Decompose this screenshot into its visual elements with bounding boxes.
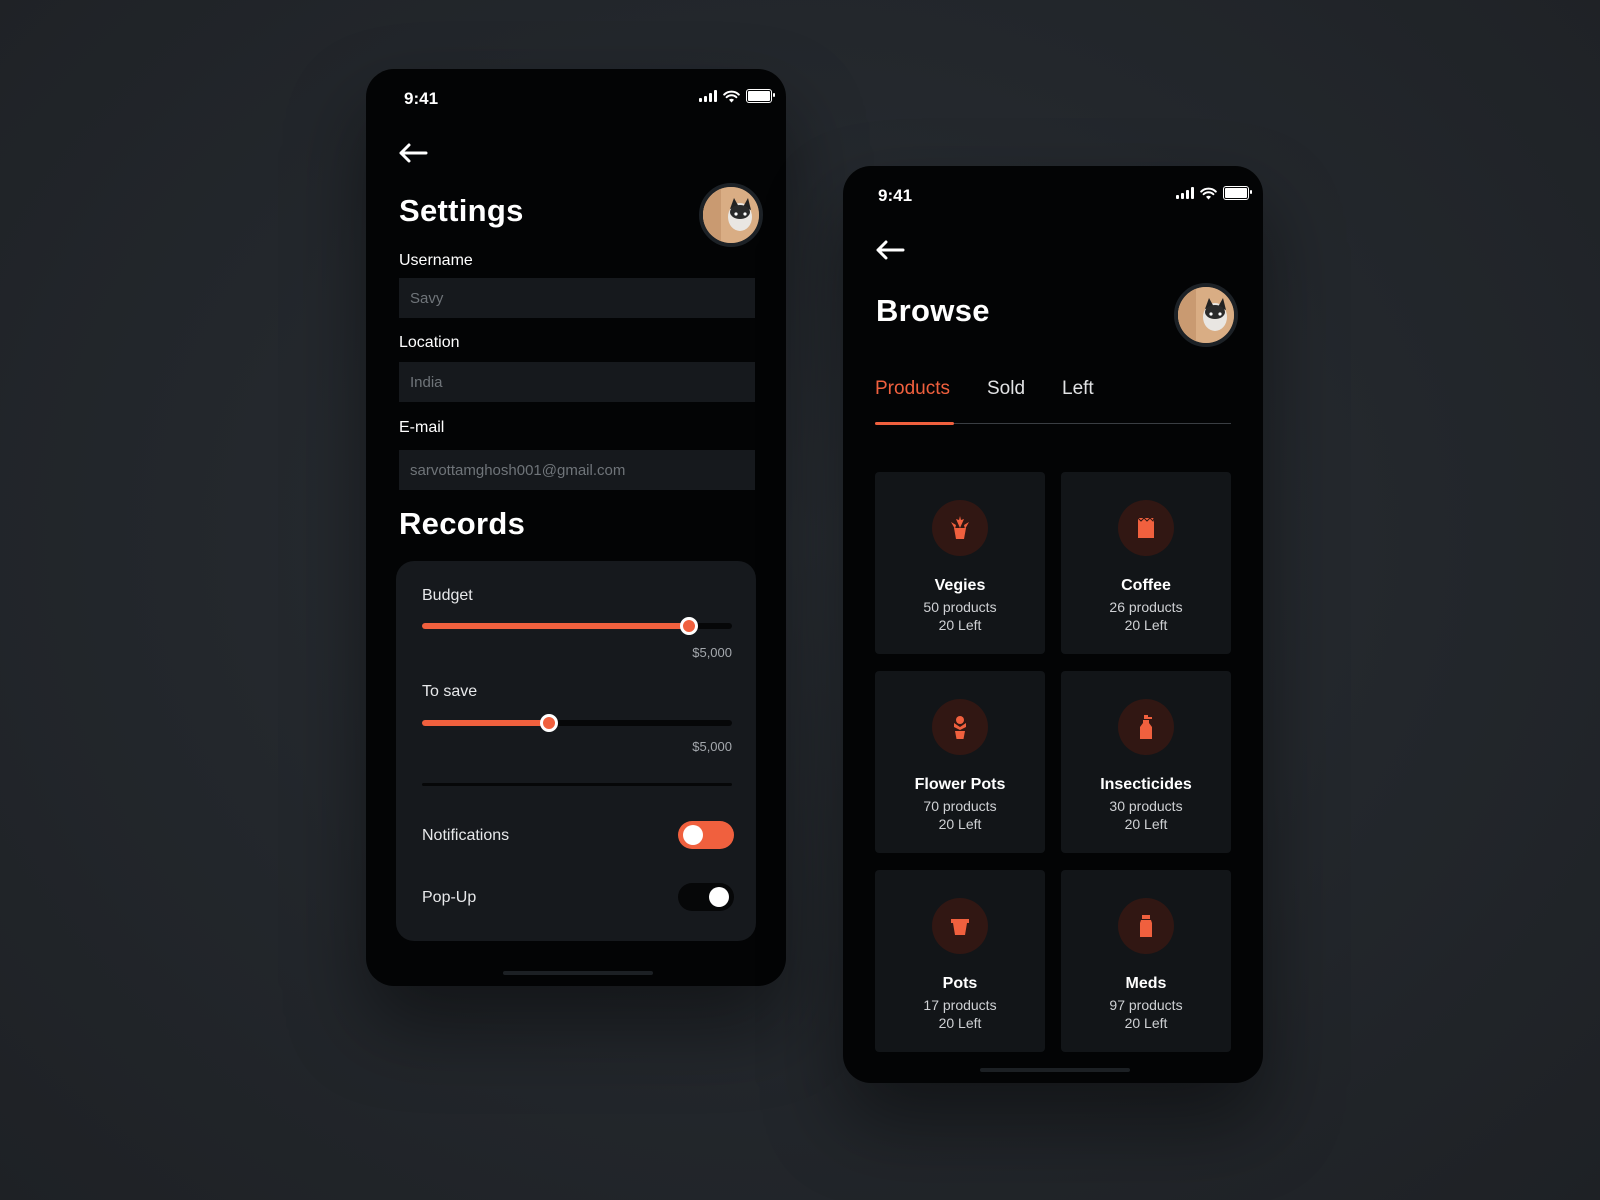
page-title: Browse (876, 293, 990, 328)
category-name: Vegies (934, 577, 986, 594)
avatar[interactable] (699, 183, 763, 247)
records-title: Records (399, 506, 526, 541)
category-products: 26 products (1109, 599, 1183, 615)
to-save-slider-thumb[interactable] (540, 714, 559, 732)
category-name: Meds (1125, 975, 1167, 992)
category-name: Insecticides (1100, 776, 1192, 793)
spray-bottle-icon (1118, 699, 1174, 755)
tab-products[interactable]: Products (875, 378, 950, 400)
username-field[interactable] (399, 278, 755, 318)
flower-pot-icon (932, 699, 988, 755)
status-time: 9:41 (404, 89, 439, 108)
category-card-meds[interactable]: Meds 97 products 20 Left (1061, 870, 1231, 1052)
email-label: E-mail (399, 419, 445, 436)
plant-icon (932, 500, 988, 556)
to-save-slider[interactable] (422, 714, 732, 732)
budget-slider-fill (422, 623, 689, 629)
category-card-vegies[interactable]: Vegies 50 products 20 Left (875, 472, 1045, 654)
signal-icon (1176, 187, 1194, 199)
wifi-icon (1200, 187, 1217, 199)
avatar-cat-image (703, 187, 759, 243)
budget-label: Budget (422, 587, 473, 604)
home-indicator (980, 1068, 1130, 1072)
category-card-coffee[interactable]: Coffee 26 products 20 Left (1061, 472, 1231, 654)
active-tab-indicator (875, 422, 954, 425)
category-products: 50 products (923, 599, 997, 615)
pot-icon (932, 898, 988, 954)
category-products: 97 products (1109, 997, 1183, 1013)
category-left: 20 Left (938, 617, 982, 633)
battery-icon (746, 89, 775, 103)
to-save-value: $5,000 (692, 739, 732, 754)
avatar-cat-image (1178, 287, 1234, 343)
status-time: 9:41 (878, 186, 913, 205)
avatar[interactable] (1174, 283, 1238, 347)
category-left: 20 Left (938, 816, 982, 832)
category-left: 20 Left (1124, 617, 1168, 633)
tab-sold[interactable]: Sold (987, 378, 1025, 400)
category-products: 70 products (923, 798, 997, 814)
category-card-flower-pots[interactable]: Flower Pots 70 products 20 Left (875, 671, 1045, 853)
budget-value: $5,000 (692, 645, 732, 660)
page-title: Settings (399, 193, 524, 228)
location-field[interactable] (399, 362, 755, 402)
username-label: Username (399, 252, 473, 269)
email-field[interactable] (399, 450, 755, 490)
signal-icon (699, 90, 717, 102)
category-left: 20 Left (1124, 816, 1168, 832)
divider (422, 783, 732, 786)
tab-bar: Products Sold Left (875, 378, 1231, 425)
popup-label: Pop-Up (422, 889, 477, 906)
budget-slider-thumb[interactable] (679, 617, 698, 635)
battery-icon (1223, 186, 1252, 200)
back-arrow-icon[interactable] (875, 238, 907, 262)
tab-left[interactable]: Left (1062, 378, 1094, 400)
notifications-toggle[interactable] (678, 821, 734, 849)
to-save-slider-fill (422, 720, 550, 726)
status-icons (1176, 186, 1252, 200)
browse-phone: 9:41 Browse Products Sold Left Vegies 50… (843, 166, 1263, 1083)
budget-slider[interactable] (422, 617, 732, 635)
coffee-bag-icon (1118, 500, 1174, 556)
toggle-knob (683, 825, 703, 845)
category-card-pots[interactable]: Pots 17 products 20 Left (875, 870, 1045, 1052)
category-left: 20 Left (938, 1015, 982, 1031)
toggle-knob (709, 887, 729, 907)
category-name: Flower Pots (914, 776, 1006, 793)
settings-phone: 9:41 Settings Username Location E-mail R… (366, 69, 786, 986)
category-name: Pots (942, 975, 978, 992)
notifications-label: Notifications (422, 827, 510, 844)
medicine-bottle-icon (1118, 898, 1174, 954)
category-card-insecticides[interactable]: Insecticides 30 products 20 Left (1061, 671, 1231, 853)
popup-toggle[interactable] (678, 883, 734, 911)
records-card: Budget $5,000 To save $5,000 Notificatio… (396, 561, 756, 941)
location-label: Location (399, 334, 460, 351)
to-save-label: To save (422, 683, 478, 700)
category-products: 17 products (923, 997, 997, 1013)
category-products: 30 products (1109, 798, 1183, 814)
category-left: 20 Left (1124, 1015, 1168, 1031)
wifi-icon (723, 90, 740, 102)
home-indicator (503, 971, 653, 975)
status-icons (699, 89, 775, 103)
category-name: Coffee (1121, 577, 1171, 594)
back-arrow-icon[interactable] (398, 141, 430, 165)
